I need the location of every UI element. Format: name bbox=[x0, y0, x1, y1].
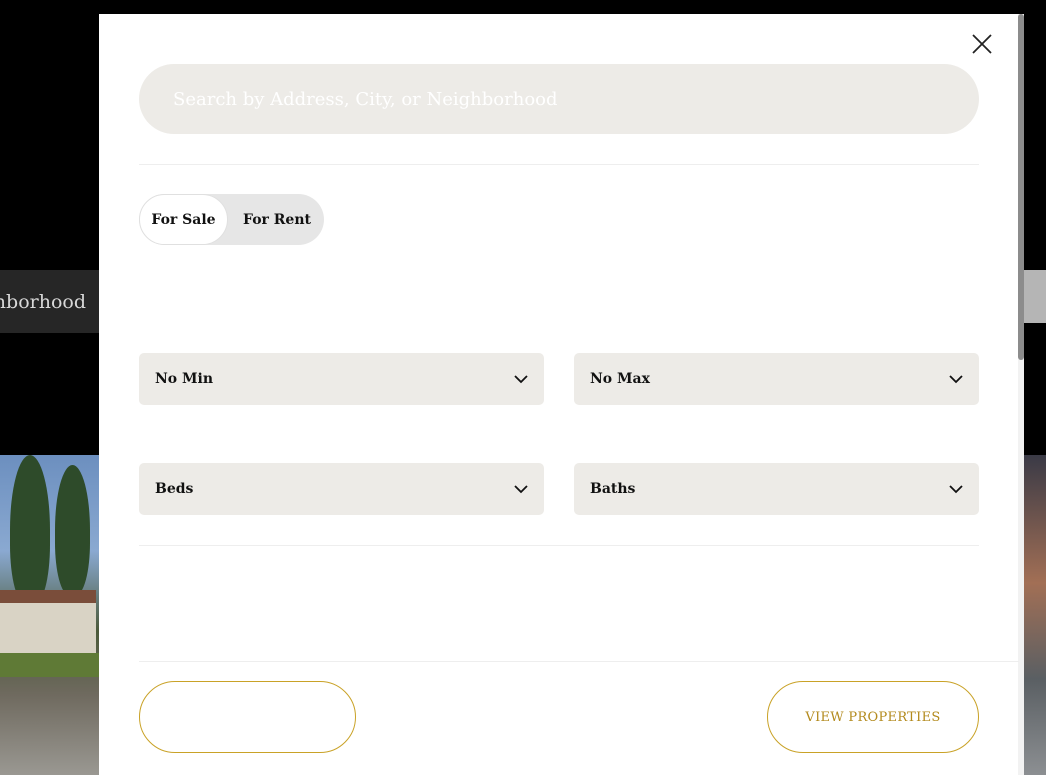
chevron-down-icon bbox=[514, 485, 528, 494]
background-property-photo-right bbox=[1023, 455, 1046, 775]
view-properties-button[interactable]: VIEW PROPERTIES bbox=[767, 681, 979, 753]
close-icon bbox=[972, 34, 992, 54]
divider-bottom bbox=[139, 545, 979, 546]
close-button[interactable] bbox=[969, 31, 995, 57]
beds-select[interactable]: Beds bbox=[139, 463, 544, 515]
for-rent-option[interactable]: For Rent bbox=[234, 194, 320, 245]
max-price-select[interactable]: No Max bbox=[574, 353, 979, 405]
chevron-down-icon bbox=[514, 375, 528, 384]
background-search-text: hborhood bbox=[0, 290, 86, 313]
chevron-down-icon bbox=[949, 375, 963, 384]
search-input[interactable] bbox=[139, 64, 979, 134]
baths-label: Baths bbox=[590, 481, 636, 497]
for-sale-option[interactable]: For Sale bbox=[139, 194, 228, 245]
baths-select[interactable]: Baths bbox=[574, 463, 979, 515]
beds-label: Beds bbox=[155, 481, 194, 497]
listing-type-toggle: For Sale For Rent bbox=[139, 194, 324, 245]
reset-button[interactable] bbox=[139, 681, 356, 753]
max-price-label: No Max bbox=[590, 371, 650, 387]
modal-scrollbar-thumb[interactable] bbox=[1018, 14, 1024, 360]
divider-top bbox=[139, 164, 979, 165]
min-price-label: No Min bbox=[155, 371, 214, 387]
chevron-down-icon bbox=[949, 485, 963, 494]
min-price-select[interactable]: No Min bbox=[139, 353, 544, 405]
background-search-button bbox=[1023, 270, 1046, 323]
background-property-photo bbox=[0, 455, 100, 775]
background-search-bar: hborhood bbox=[0, 270, 100, 333]
footer-divider bbox=[139, 661, 1019, 662]
